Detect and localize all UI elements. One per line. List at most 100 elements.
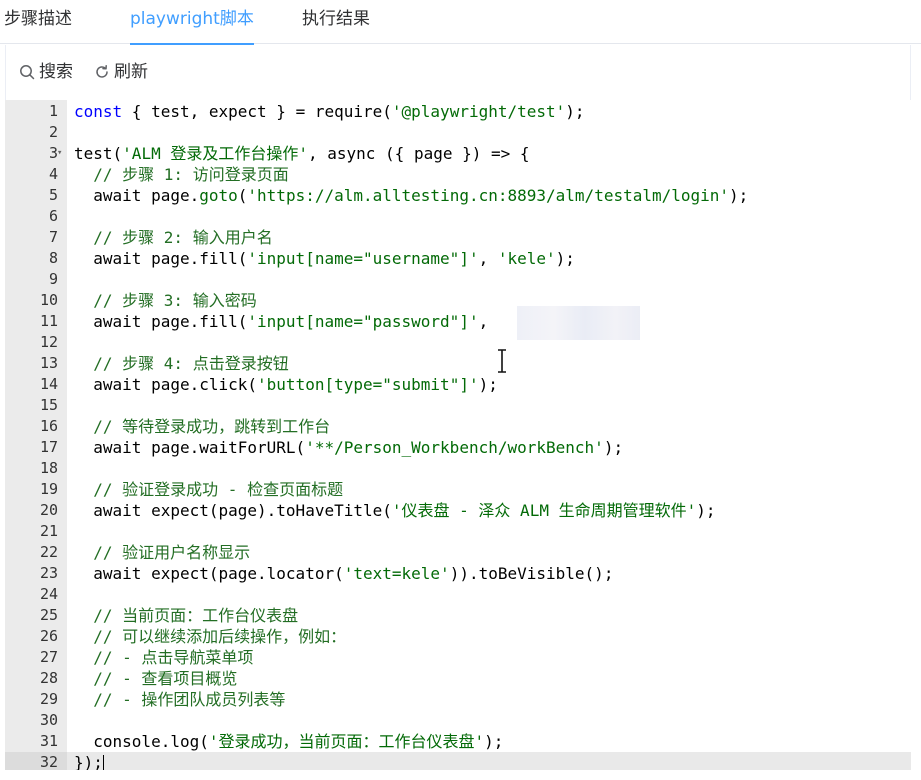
code-token: 'button[type="submit"]'	[257, 375, 479, 394]
line-number: 19	[39, 480, 58, 498]
code-token: // 步骤 3: 输入密码	[74, 291, 257, 310]
line-number: 32	[39, 753, 58, 770]
line-number: 20	[39, 501, 58, 519]
search-button[interactable]: 搜索	[19, 60, 73, 84]
line-number: 1	[48, 102, 58, 120]
code-token: // - 查看项目概览	[74, 669, 238, 688]
code-token: await page.waitForURL(	[74, 438, 306, 457]
code-token: // - 点击导航菜单项	[74, 648, 254, 667]
code-line: 23 await expect(page.locator('text=kele'…	[5, 563, 911, 584]
code-text: // 等待登录成功，跳转到工作台	[74, 416, 330, 437]
code-text: await expect(page).toHaveTitle('仪表盘 - 泽众…	[74, 500, 716, 521]
line-number: 24	[39, 585, 58, 603]
code-line: 14 await page.click('button[type="submit…	[5, 374, 911, 395]
code-line: 31 console.log('登录成功，当前页面：工作台仪表盘');	[5, 731, 911, 752]
line-number: 14	[39, 375, 58, 393]
tab-playwright-script[interactable]: playwright脚本	[130, 0, 254, 45]
code-token: { test, expect } = require(	[122, 102, 392, 121]
code-token: test(	[74, 144, 123, 163]
code-text: await expect(page.locator('text=kele')).…	[74, 563, 613, 584]
code-token: });	[74, 753, 103, 770]
code-line: 11 await page.fill('input[name="password…	[5, 311, 911, 332]
search-label: 搜索	[39, 62, 73, 82]
line-number: 4	[48, 165, 58, 183]
code-line: 19 // 验证登录成功 - 检查页面标题	[5, 479, 911, 500]
code-line: 17 await page.waitForURL('**/Person_Work…	[5, 437, 911, 458]
line-number: 17	[39, 438, 58, 456]
code-line: 1 const { test, expect } = require('@play…	[5, 101, 911, 122]
code-token: await expect(page).toHaveTitle(	[74, 501, 392, 520]
code-line: 7 // 步骤 2: 输入用户名	[5, 227, 911, 248]
line-number: 29	[39, 690, 58, 708]
code-token: // 验证用户名称显示	[74, 543, 251, 562]
code-line: 27 // - 点击导航菜单项	[5, 647, 911, 668]
code-line: 2	[5, 122, 911, 143]
tab-execution-result[interactable]: 执行结果	[302, 0, 370, 44]
code-token: await page.	[74, 186, 200, 205]
code-token: 'text=kele'	[343, 564, 450, 583]
code-token: );	[565, 102, 585, 121]
code-token: // 可以继续添加后续操作，例如：	[74, 627, 347, 646]
line-number: 6	[48, 207, 58, 225]
line-number: 23	[39, 564, 58, 582]
code-editor[interactable]: 1 const { test, expect } = require('@play…	[5, 100, 911, 770]
code-line: 10 // 步骤 3: 输入密码	[5, 290, 911, 311]
code-text: test('ALM 登录及工作台操作', async ({ page }) =>…	[74, 143, 530, 164]
code-text: });	[74, 752, 104, 770]
line-number: 11	[39, 312, 58, 330]
code-token: // - 操作团队成员列表等	[74, 690, 286, 709]
code-line: 20 await expect(page).toHaveTitle('仪表盘 -…	[5, 500, 911, 521]
code-line: 18	[5, 458, 911, 479]
code-line: 3 ▾ test('ALM 登录及工作台操作', async ({ page }) …	[5, 143, 911, 164]
refresh-icon	[96, 65, 108, 78]
code-line: 29 // - 操作团队成员列表等	[5, 689, 911, 710]
code-token: ,	[478, 249, 498, 268]
editor-toolbar: 搜索 刷新	[5, 45, 911, 100]
code-token: // 步骤 4: 点击登录按钮	[74, 354, 289, 373]
code-line: 4 // 步骤 1: 访问登录页面	[5, 164, 911, 185]
code-token: goto	[199, 186, 238, 205]
code-line: 26 // 可以继续添加后续操作，例如：	[5, 626, 911, 647]
code-token: 'input[name="password"]'	[247, 312, 479, 331]
code-text: await page.goto('https://alm.alltesting.…	[74, 185, 748, 206]
line-number: 2	[48, 123, 58, 141]
code-token: '@playwright/test'	[391, 102, 566, 121]
line-number: 16	[39, 417, 58, 435]
code-text: // 步骤 2: 输入用户名	[74, 227, 272, 248]
code-line: 9	[5, 269, 911, 290]
code-token: // 步骤 1: 访问登录页面	[74, 165, 289, 184]
code-token: 'ALM 登录及工作台操作'	[122, 144, 308, 163]
code-line: 12	[5, 332, 911, 353]
fold-arrow-icon[interactable]: ▾	[57, 143, 67, 164]
code-token: console.log(	[74, 732, 209, 751]
text-cursor-icon	[498, 349, 506, 373]
tab-step-description[interactable]: 步骤描述	[4, 0, 72, 44]
code-text: // 验证登录成功 - 检查页面标题	[74, 479, 343, 500]
line-number: 26	[39, 627, 58, 645]
code-token: , async ({ page }) => {	[307, 144, 530, 163]
line-number: 7	[48, 228, 58, 246]
code-token: );	[603, 438, 624, 457]
code-token: 'input[name="username"]'	[247, 249, 479, 268]
code-text: await page.waitForURL('**/Person_Workben…	[74, 437, 623, 458]
refresh-button[interactable]: 刷新	[94, 60, 148, 84]
line-number: 10	[39, 291, 58, 309]
code-token: );	[696, 501, 716, 520]
code-line: 15	[5, 395, 911, 416]
code-text: // 步骤 1: 访问登录页面	[74, 164, 289, 185]
text-caret	[102, 755, 104, 770]
redacted-password-value	[517, 306, 640, 340]
code-line: 6	[5, 206, 911, 227]
code-token: const	[74, 102, 123, 121]
code-token: // 当前页面：工作台仪表盘	[74, 606, 299, 625]
code-line: 5 await page.goto('https://alm.alltestin…	[5, 185, 911, 206]
line-number: 18	[39, 459, 58, 477]
code-token: await expect(page.locator(	[74, 564, 344, 583]
code-text: // - 操作团队成员列表等	[74, 689, 285, 710]
line-number: 30	[39, 711, 58, 729]
line-number: 13	[39, 354, 58, 372]
code-token: await page.fill(	[74, 312, 248, 331]
code-text: const { test, expect } = require('@playw…	[74, 101, 585, 122]
code-line: 22 // 验证用户名称显示	[5, 542, 911, 563]
code-text: // - 查看项目概览	[74, 668, 237, 689]
